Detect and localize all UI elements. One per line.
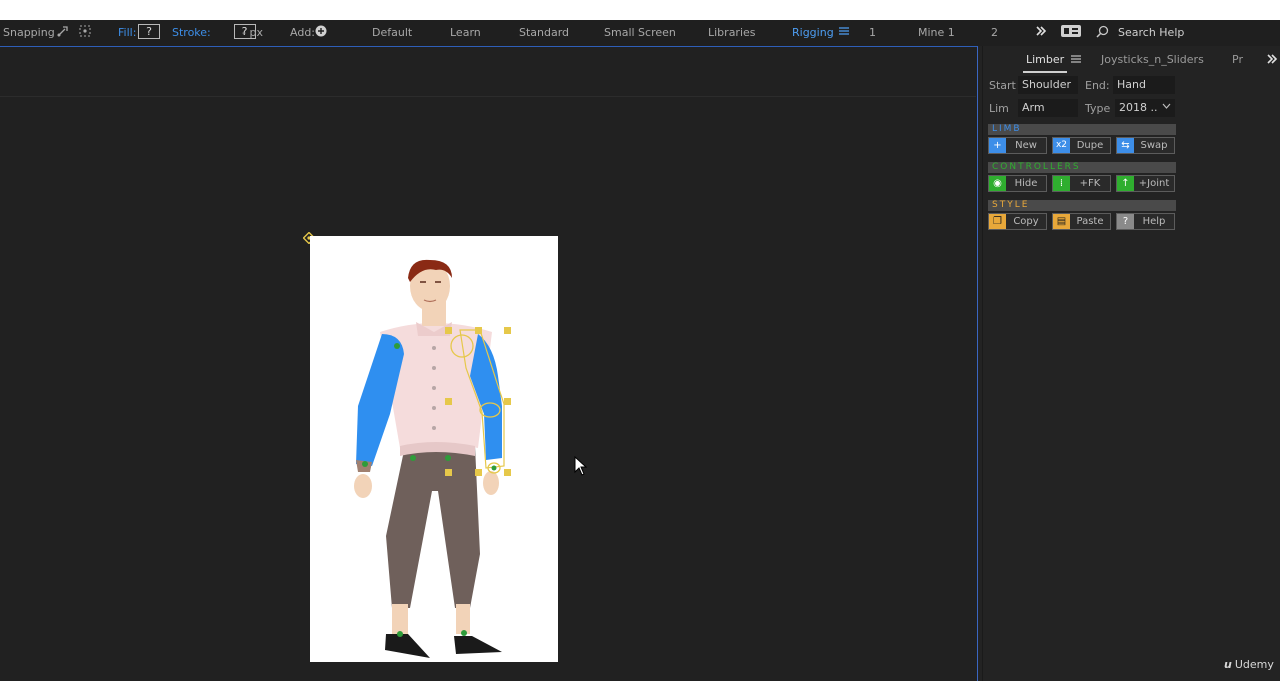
- search-icon: [1096, 25, 1109, 41]
- joint-label: +Joint: [1138, 178, 1170, 189]
- workspace-default[interactable]: Default: [372, 26, 412, 39]
- panel-overflow-icon[interactable]: [1266, 52, 1278, 69]
- workspace-1[interactable]: 1: [869, 26, 876, 39]
- more-workspaces-icon[interactable]: [1035, 24, 1047, 41]
- workspace-2[interactable]: 2: [991, 26, 998, 39]
- search-help-input[interactable]: Search Help: [1118, 26, 1184, 39]
- end-label: End:: [1085, 79, 1110, 92]
- limb-name-label: Lim: [989, 102, 1009, 115]
- duplicate-icon: x2: [1053, 138, 1070, 153]
- section-limb-header: LIMB: [988, 124, 1176, 135]
- swap-icon: ⇆: [1117, 138, 1134, 153]
- limb-name-input[interactable]: Arm: [1018, 99, 1078, 117]
- type-label: Type: [1085, 102, 1111, 115]
- section-controllers-header: CONTROLLERS: [988, 162, 1176, 173]
- title-strip: [0, 0, 1280, 20]
- add-label: Add:: [290, 26, 316, 39]
- canvas-ruler-line: [0, 96, 976, 97]
- help-label: Help: [1142, 216, 1166, 227]
- section-style-header: STYLE: [988, 200, 1176, 211]
- add-joint-button[interactable]: ↑ +Joint: [1116, 175, 1175, 192]
- chevron-down-icon: [1162, 100, 1171, 116]
- tab-limber[interactable]: Limber: [1026, 53, 1064, 66]
- snapping-label: Snapping: [3, 26, 55, 39]
- type-select-value: 2018 ..: [1119, 101, 1158, 114]
- help-button[interactable]: ? Help: [1116, 213, 1175, 230]
- udemy-watermark: u Udemy: [1224, 658, 1274, 671]
- fill-label: Fill:: [118, 26, 137, 39]
- stroke-width-field[interactable]: - px: [242, 26, 263, 39]
- tab-pr[interactable]: Pr: [1232, 53, 1243, 66]
- hide-controllers-button[interactable]: ◉ Hide: [988, 175, 1047, 192]
- snap-to-pixels-icon[interactable]: [78, 24, 92, 41]
- new-limb-button[interactable]: + New: [988, 137, 1047, 154]
- paste-style-button[interactable]: ▤ Paste: [1052, 213, 1111, 230]
- workspace-libraries[interactable]: Libraries: [708, 26, 756, 39]
- joint-icon: ↑: [1117, 176, 1134, 191]
- hide-label: Hide: [1014, 178, 1038, 189]
- workspace-rigging[interactable]: Rigging: [792, 26, 834, 39]
- copy-label: Copy: [1013, 216, 1039, 227]
- fk-label: +FK: [1079, 178, 1101, 189]
- limber-panel: Limber Joysticks_n_Sliders Pr Start Shou…: [982, 46, 1280, 681]
- workspace-switcher-icon[interactable]: [1061, 25, 1081, 40]
- swap-limb-button[interactable]: ⇆ Swap: [1116, 137, 1175, 154]
- workspace-learn[interactable]: Learn: [450, 26, 481, 39]
- udemy-logo-icon: u: [1224, 658, 1232, 671]
- character-rig-illustration[interactable]: [310, 236, 558, 662]
- workspace-menu-icon[interactable]: [838, 25, 850, 40]
- copy-icon: ❐: [989, 214, 1006, 229]
- help-icon: ?: [1117, 214, 1134, 229]
- mouse-cursor-icon: [574, 455, 588, 476]
- start-label: Start: [989, 79, 1016, 92]
- plus-icon: +: [989, 138, 1006, 153]
- fk-chain-icon: ⁞: [1053, 176, 1070, 191]
- workspace-standard[interactable]: Standard: [519, 26, 569, 39]
- snap-to-objects-icon[interactable]: [56, 24, 70, 41]
- artboard[interactable]: [310, 236, 558, 662]
- add-filter-icon[interactable]: [315, 25, 327, 40]
- top-toolbar: Snapping Fill: ? Stroke: ? - px Add: Def…: [0, 20, 1280, 46]
- start-input[interactable]: Shoulder: [1018, 76, 1078, 94]
- fill-color-swatch[interactable]: ?: [138, 24, 160, 39]
- end-input[interactable]: Hand: [1113, 76, 1175, 94]
- eye-icon: ◉: [989, 176, 1006, 191]
- swap-label: Swap: [1140, 140, 1168, 151]
- new-label: New: [1015, 140, 1037, 151]
- paste-label: Paste: [1076, 216, 1104, 227]
- active-tab-indicator: [1023, 71, 1067, 73]
- stroke-label: Stroke:: [172, 26, 211, 39]
- panel-menu-icon[interactable]: [1071, 54, 1081, 67]
- workspace-small-screen[interactable]: Small Screen: [604, 26, 676, 39]
- type-select[interactable]: 2018 ..: [1115, 99, 1175, 117]
- dupe-label: Dupe: [1076, 140, 1104, 151]
- udemy-watermark-text: Udemy: [1234, 658, 1274, 671]
- tab-joysticks-n-sliders[interactable]: Joysticks_n_Sliders: [1101, 53, 1204, 66]
- paste-icon: ▤: [1053, 214, 1070, 229]
- workspace-mine-1[interactable]: Mine 1: [918, 26, 955, 39]
- add-fk-button[interactable]: ⁞ +FK: [1052, 175, 1111, 192]
- dupe-limb-button[interactable]: x2 Dupe: [1052, 137, 1111, 154]
- copy-style-button[interactable]: ❐ Copy: [988, 213, 1047, 230]
